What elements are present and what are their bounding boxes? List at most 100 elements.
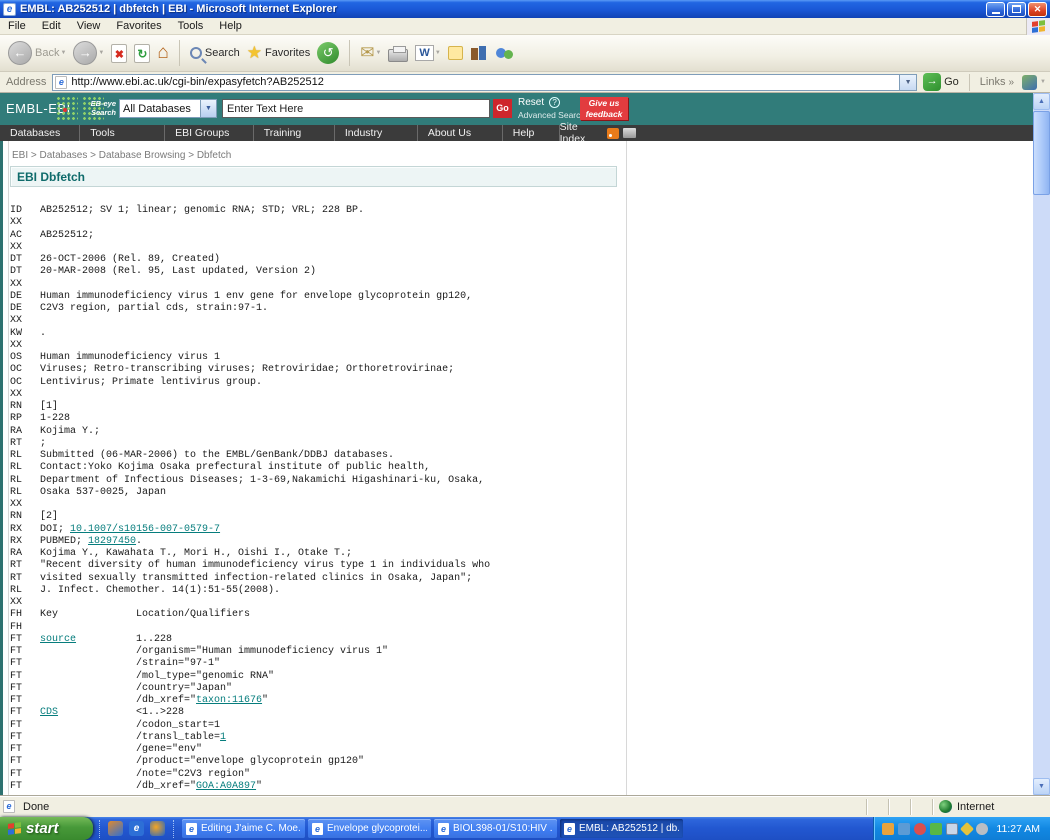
taskbar: start e eEditing J'aime C. Moe...eEnvelo… [0, 817, 1050, 840]
tray-icon-security-alert[interactable] [914, 823, 926, 835]
quick-launch-browser-icon[interactable] [108, 821, 123, 836]
tray-icon-network[interactable] [898, 823, 910, 835]
taskbar-button-embl-ab252512-db[interactable]: eEMBL: AB252512 | db... [560, 819, 683, 838]
status-bar: e Done Internet [0, 795, 1050, 817]
page-title: EBI Dbfetch [11, 170, 85, 184]
taskbar-button-biol398-01-s10-hiv[interactable]: eBIOL398-01/S10:HIV ... [434, 819, 557, 838]
breadcrumb[interactable]: EBI > Databases > Database Browsing > Db… [12, 150, 231, 161]
advanced-search-link[interactable]: Advanced Search [518, 110, 585, 120]
reset-button[interactable]: Reset [518, 97, 544, 108]
back-button[interactable]: ← Back ▼ [8, 41, 66, 65]
print-page-icon[interactable] [623, 128, 636, 138]
windows-flag-icon [8, 822, 21, 835]
scroll-down-button[interactable]: ▼ [1033, 778, 1050, 795]
minimize-button[interactable] [986, 2, 1005, 17]
quick-launch: e [99, 820, 174, 838]
internet-zone-icon [939, 800, 952, 813]
address-dropdown-button[interactable]: ▼ [899, 75, 916, 90]
close-button[interactable]: ✕ [1028, 2, 1047, 17]
record-link-taxon-11676[interactable]: taxon:11676 [196, 695, 262, 706]
start-button[interactable]: start [0, 817, 93, 840]
ebi-search-input[interactable] [222, 99, 490, 118]
title-bar: e EMBL: AB252512 | dbfetch | EBI - Micro… [0, 0, 1050, 18]
scroll-up-button[interactable]: ▲ [1033, 93, 1050, 110]
quick-launch-ie-icon[interactable]: e [129, 821, 144, 836]
menu-item-edit[interactable]: Edit [34, 18, 69, 35]
extension-dropdown-icon[interactable]: ▼ [1040, 79, 1046, 85]
taskbar-clock[interactable]: 11:27 AM [996, 823, 1040, 835]
forward-icon: → [73, 41, 97, 65]
vertical-scrollbar[interactable]: ▲ ▼ [1033, 93, 1050, 795]
nav-item-databases[interactable]: Databases [0, 125, 80, 141]
nav-item-help[interactable]: Help [503, 125, 560, 141]
nav-item-ebi-groups[interactable]: EBI Groups [165, 125, 254, 141]
tray-icon-clock[interactable] [976, 823, 988, 835]
browser-toolbar: ← Back ▼ → ▼ ✖ ↻ ⌂ Search ★ Favorites ↺ … [0, 35, 1050, 72]
quick-launch-media-player-icon[interactable] [150, 821, 165, 836]
search-button[interactable]: Search [190, 47, 240, 59]
refresh-icon: ↻ [137, 47, 147, 61]
tray-icon-office[interactable] [960, 821, 974, 835]
tray-icon-display[interactable] [946, 823, 958, 835]
history-button[interactable]: ↺ [317, 42, 339, 64]
nav-item-industry[interactable]: Industry [335, 125, 418, 141]
page-ie-icon: e [55, 76, 67, 89]
database-select[interactable]: All Databases ▼ [119, 99, 217, 118]
word-dropdown-icon[interactable]: ▼ [435, 50, 441, 56]
address-input[interactable]: e http://www.ebi.ac.uk/cgi-bin/expasyfet… [52, 74, 917, 91]
nav-item-about-us[interactable]: About Us [418, 125, 503, 141]
ie-task-icon: e [312, 823, 323, 835]
menu-item-help[interactable]: Help [211, 18, 250, 35]
status-pane [866, 799, 888, 815]
ebi-go-button[interactable]: Go [493, 99, 512, 118]
task-label: BIOL398-01/S10:HIV ... [453, 823, 553, 834]
browser-viewport: EMBL-EBI EB-eye Search All Databases ▼ G… [0, 93, 1050, 795]
menu-item-view[interactable]: View [69, 18, 109, 35]
links-label[interactable]: Links [980, 76, 1006, 88]
messenger-button[interactable] [495, 45, 515, 61]
forward-button[interactable]: → ▼ [73, 41, 104, 65]
toolbar-separator [179, 40, 180, 66]
status-page-icon: e [3, 800, 15, 813]
menu-item-favorites[interactable]: Favorites [108, 18, 169, 35]
browser-extension-icon[interactable] [1022, 75, 1037, 90]
stop-button[interactable]: ✖ [111, 44, 127, 63]
menu-item-tools[interactable]: Tools [170, 18, 212, 35]
mail-dropdown-icon[interactable]: ▼ [375, 50, 381, 56]
menu-item-file[interactable]: File [0, 18, 34, 35]
home-button[interactable]: ⌂ [157, 42, 168, 64]
tray-icon-shield[interactable] [930, 823, 942, 835]
content-left-border [8, 141, 9, 795]
help-question-icon[interactable]: ? [549, 97, 560, 108]
select-dropdown-icon[interactable]: ▼ [200, 100, 216, 117]
refresh-button[interactable]: ↻ [134, 44, 150, 63]
links-chevron-icon[interactable]: » [1008, 77, 1014, 88]
mail-button[interactable]: ✉ ▼ [360, 43, 381, 63]
record-link-goa-a0a897[interactable]: GOA:A0A897 [196, 781, 256, 792]
print-button[interactable] [388, 49, 408, 62]
back-dropdown-icon[interactable]: ▼ [60, 50, 66, 56]
record-link-10-1007-s10156-007-0579-7[interactable]: 10.1007/s10156-007-0579-7 [70, 524, 220, 535]
address-url-text[interactable]: http://www.ebi.ac.uk/cgi-bin/expasyfetch… [71, 76, 899, 88]
rss-icon[interactable] [607, 128, 619, 139]
forward-dropdown-icon[interactable]: ▼ [98, 50, 104, 56]
discuss-button[interactable] [448, 46, 463, 60]
taskbar-button-editing-j-aime-c-moe[interactable]: eEditing J'aime C. Moe... [182, 819, 305, 838]
feedback-button[interactable]: Give us feedback [580, 97, 628, 120]
favorites-button[interactable]: ★ Favorites [247, 43, 311, 63]
tray-icon-folder[interactable] [882, 823, 894, 835]
nav-item-tools[interactable]: Tools [80, 125, 165, 141]
taskbar-button-envelope-glycoprotei[interactable]: eEnvelope glycoprotei... [308, 819, 431, 838]
go-arrow-icon: → [923, 73, 941, 91]
address-go-button[interactable]: → Go [923, 73, 959, 91]
maximize-button[interactable] [1007, 2, 1026, 17]
record-link-18297450[interactable]: 18297450 [88, 536, 136, 547]
edit-with-word-button[interactable]: W ▼ [415, 45, 440, 61]
address-bar: Address e http://www.ebi.ac.uk/cgi-bin/e… [0, 72, 1050, 93]
record-link-cds[interactable]: CDS [40, 707, 58, 718]
record-link-1[interactable]: 1 [220, 732, 226, 743]
nav-item-training[interactable]: Training [254, 125, 335, 141]
research-button[interactable] [470, 45, 488, 61]
record-link-source[interactable]: source [40, 634, 76, 645]
scrollbar-thumb[interactable] [1033, 111, 1050, 195]
